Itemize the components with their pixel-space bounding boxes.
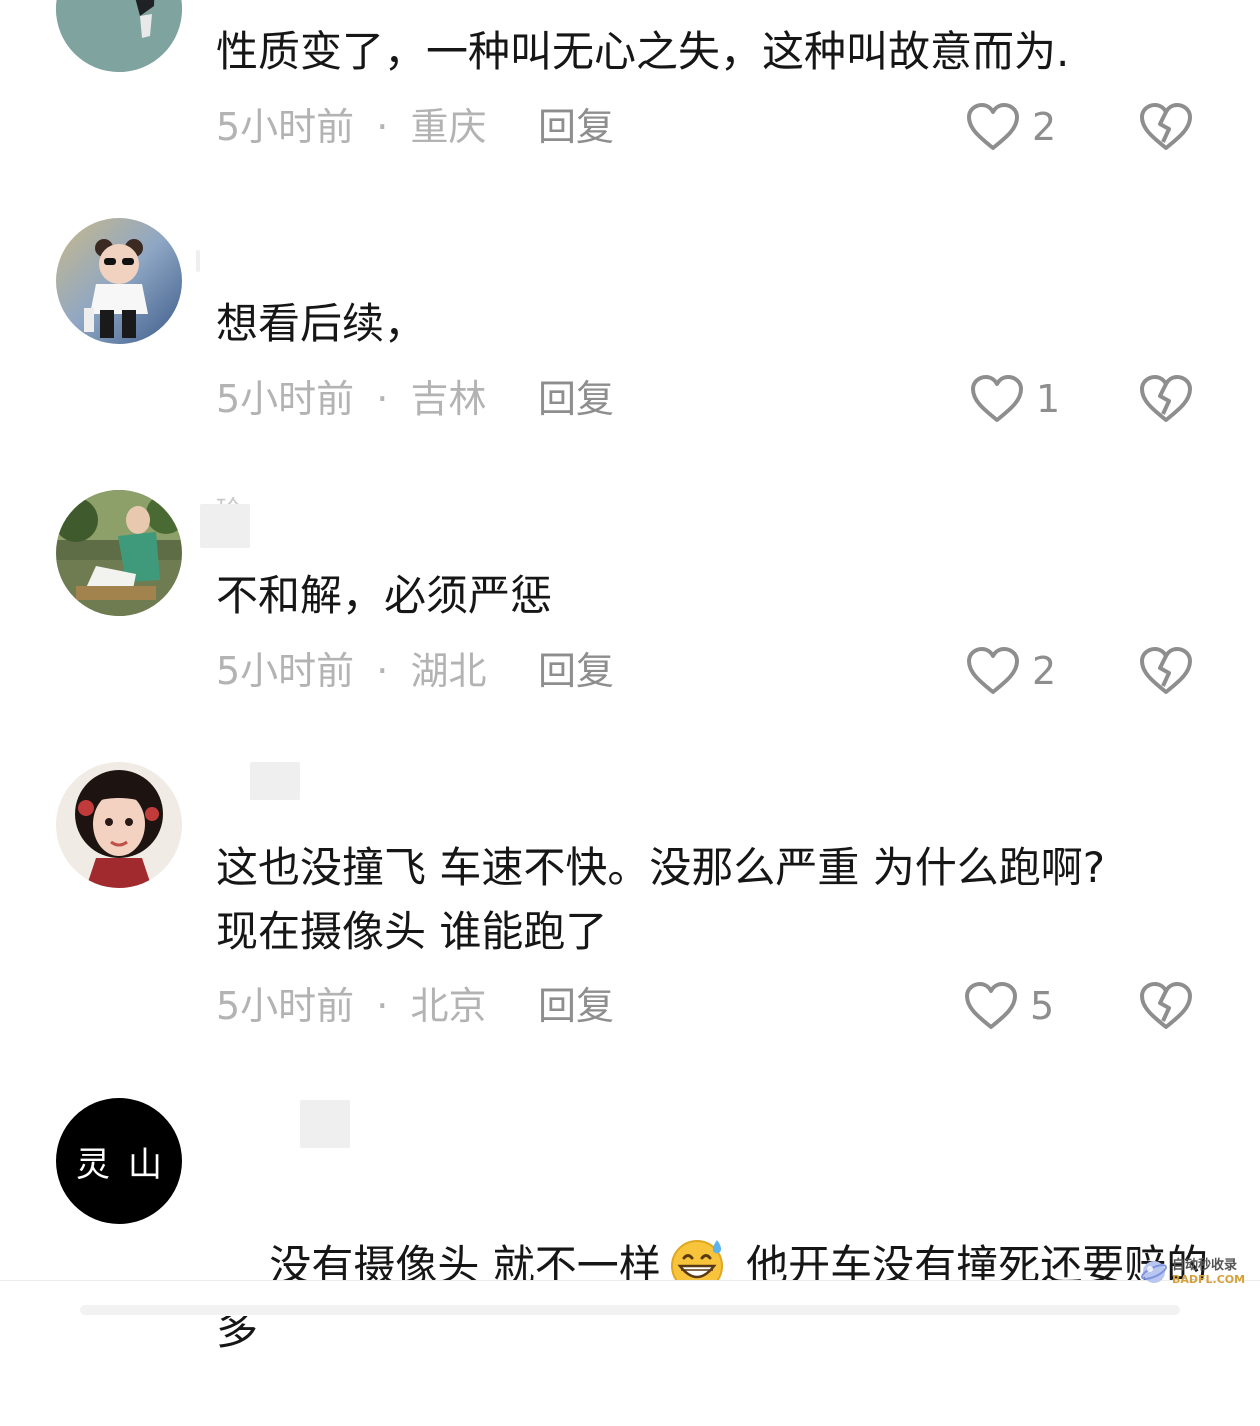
avatar[interactable] <box>56 218 182 344</box>
avatar[interactable] <box>56 762 182 888</box>
avatar[interactable] <box>56 0 182 72</box>
avatar-text: 灵山 <box>76 1144 180 1185</box>
comment-time: 5小时前 <box>216 377 355 421</box>
comment-meta: 5小时前 · 北京 <box>216 981 486 1031</box>
comment-meta: 5小时前 · 湖北 <box>216 646 486 696</box>
like-count: 1 <box>1036 377 1061 421</box>
comment-meta: 5小时前 · 重庆 <box>216 102 486 152</box>
username-redaction <box>300 1100 350 1148</box>
comment-location: 重庆 <box>410 105 487 149</box>
username-redaction <box>196 250 200 272</box>
comment-meta: 5小时前 · 吉林 <box>216 374 486 424</box>
comment-time: 5小时前 <box>216 649 355 693</box>
dislike-button[interactable] <box>1138 374 1194 424</box>
username-redaction <box>200 504 250 548</box>
like-count: 2 <box>1032 649 1057 693</box>
dislike-button[interactable] <box>1138 646 1194 696</box>
reply-button[interactable]: 回复 <box>538 102 614 152</box>
meta-separator: · <box>376 984 389 1028</box>
broken-heart-icon <box>1140 647 1192 694</box>
meta-separator: · <box>376 649 389 693</box>
reply-button[interactable]: 回复 <box>538 646 614 696</box>
meta-separator: · <box>376 377 389 421</box>
footer-shadow <box>80 1305 1180 1315</box>
like-button[interactable]: 5 <box>964 981 1054 1031</box>
comment-text: 这也没撞飞 车速不快。没那么严重 为什么跑啊? 现在摄像头 谁能跑了 <box>216 843 1105 956</box>
broken-heart-icon <box>1140 103 1192 150</box>
username-redaction <box>250 762 300 800</box>
comment-text: 想看后续， <box>216 299 427 348</box>
watermark-line1: 自动秒收录 <box>1172 1258 1238 1273</box>
heart-icon <box>967 647 1019 694</box>
comment-text: 不和解，必须严惩 <box>216 571 553 620</box>
comment-location: 湖北 <box>410 649 487 693</box>
reply-button[interactable]: 回复 <box>538 981 614 1031</box>
heart-icon <box>971 375 1023 422</box>
broken-heart-icon <box>1140 375 1192 422</box>
watermark-line2: BADFL.COM <box>1172 1273 1246 1286</box>
dislike-button[interactable] <box>1138 102 1194 152</box>
heart-icon <box>967 103 1019 150</box>
avatar[interactable]: 灵山 <box>56 1098 182 1224</box>
dislike-button[interactable] <box>1138 981 1194 1031</box>
like-count: 5 <box>1030 984 1055 1028</box>
broken-heart-icon <box>1140 982 1192 1029</box>
comment-text: 性质变了，一种叫无心之失，这种叫故意而为. <box>216 27 1070 76</box>
meta-separator: · <box>376 105 389 149</box>
like-button[interactable]: 1 <box>970 374 1060 424</box>
like-button[interactable]: 2 <box>966 102 1056 152</box>
watermark: 自动秒收录 BADFL.COM <box>1140 1256 1245 1288</box>
comment-time: 5小时前 <box>216 984 355 1028</box>
like-count: 2 <box>1032 105 1057 149</box>
heart-icon <box>965 982 1017 1029</box>
comment-location: 吉林 <box>410 377 487 421</box>
avatar[interactable] <box>56 490 182 616</box>
comment-location: 北京 <box>410 984 487 1028</box>
reply-button[interactable]: 回复 <box>538 374 614 424</box>
globe-logo-icon <box>1141 1261 1167 1283</box>
comment-time: 5小时前 <box>216 105 355 149</box>
like-button[interactable]: 2 <box>966 646 1056 696</box>
